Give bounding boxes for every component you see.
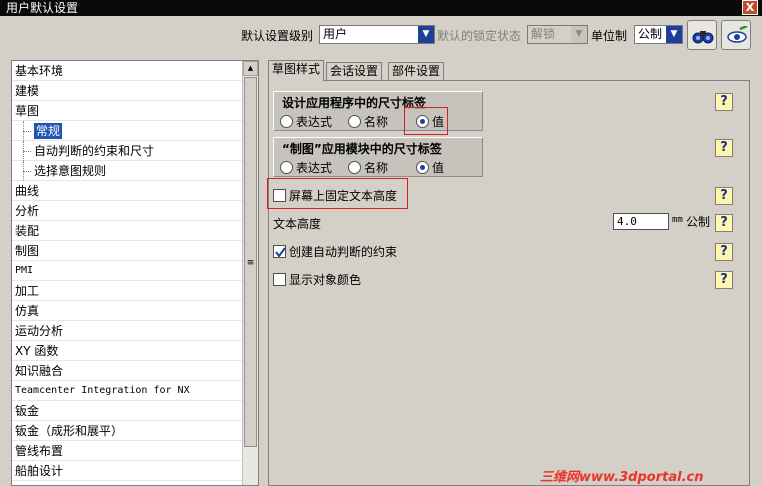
tree-item-drafting[interactable]: 制图 [12, 241, 242, 261]
unit-value: 公制 [638, 27, 663, 41]
chevron-down-icon[interactable]: ▼ [418, 26, 434, 43]
watermark: 三维网www.3dportal.cn [540, 470, 704, 485]
group-title: “制图”应用模块中的尺寸标签 [282, 142, 442, 156]
tree-item-knowledge-fusion[interactable]: 知识融合 [12, 361, 242, 381]
unit-dropdown[interactable]: 公制 ▼ [634, 25, 683, 44]
chevron-down-icon: ▼ [571, 26, 587, 43]
checkbox[interactable] [273, 273, 286, 286]
tree-item-ship-design[interactable]: 船舶设计 [12, 461, 242, 481]
tab-sketch-style[interactable]: 草图样式 [268, 60, 325, 81]
help-icon[interactable]: ? [715, 243, 733, 261]
tree-item-basic-environment[interactable]: 基本环境 [12, 61, 242, 81]
checkbox[interactable] [273, 245, 286, 258]
tree-item-sketch[interactable]: 草图 [12, 101, 242, 121]
tree-item-selection-intent[interactable]: 选择意图规则 [12, 161, 242, 181]
lock-dropdown: 解锁 ▼ [527, 25, 588, 44]
radio-expression[interactable]: 表达式 [280, 159, 332, 176]
highlight-box [404, 107, 448, 135]
radio-name[interactable]: 名称 [348, 159, 388, 176]
tree-item-analysis[interactable]: 分析 [12, 201, 242, 221]
tree-item-sheet-metal-forming[interactable]: 钣金（成形和展平） [12, 421, 242, 441]
tree-item-motion[interactable]: 运动分析 [12, 321, 242, 341]
level-dropdown[interactable]: 用户 ▼ [319, 25, 435, 44]
tree-item-inferred-constraints[interactable]: 自动判断的约束和尺寸 [12, 141, 242, 161]
tab-part-settings[interactable]: 部件设置 [388, 62, 445, 80]
help-icon[interactable]: ? [715, 93, 733, 111]
window-title: 用户默认设置 [6, 1, 79, 15]
radio-value[interactable]: 值 [416, 159, 444, 176]
tree-item-sheet-metal[interactable]: 钣金 [12, 401, 242, 421]
text-height-label: 文本高度 [273, 217, 322, 231]
category-tree[interactable]: 基本环境 建模 草图 常规 自动判断的约束和尺寸 选择意图规则 曲线 分析 装配… [11, 60, 259, 486]
text-height-input[interactable]: 4.0 [613, 213, 669, 230]
unit-metric: 公制 [686, 215, 711, 229]
close-button[interactable]: X [742, 0, 758, 15]
check-icon [275, 247, 286, 258]
tree-item-xy-function[interactable]: XY 函数 [12, 341, 242, 361]
tree-item-routing[interactable]: 管线布置 [12, 441, 242, 461]
help-icon[interactable]: ? [715, 187, 733, 205]
scroll-thumb[interactable]: ≡ [244, 77, 257, 447]
binoculars-icon [692, 31, 714, 44]
lock-label: 默认的锁定状态 [437, 29, 522, 43]
tree-item-simulation[interactable]: 仿真 [12, 301, 242, 321]
toolbar: 默认设置级别 用户 ▼ 默认的锁定状态 解锁 ▼ 单位制 公制 ▼ [0, 16, 762, 60]
drafting-dimension-label-group: “制图”应用模块中的尺寸标签 表达式 名称 值 [273, 137, 483, 177]
highlight-box [267, 178, 408, 209]
title-bar: 用户默认设置 X [0, 0, 762, 16]
radio-expression[interactable]: 表达式 [280, 113, 332, 130]
show-object-color-checkbox[interactable]: 显示对象颜色 [273, 271, 361, 288]
help-icon[interactable]: ? [715, 139, 733, 157]
tree-scrollbar[interactable]: ▲ ≡ [242, 61, 258, 485]
create-inferred-constraints-checkbox[interactable]: 创建自动判断的约束 [273, 243, 397, 260]
tree-item-teamcenter[interactable]: Teamcenter Integration for NX [12, 381, 242, 401]
unit-mm: mm [672, 215, 683, 225]
help-icon[interactable]: ? [715, 214, 733, 232]
level-label: 默认设置级别 [241, 29, 314, 43]
settings-panel: 设计应用程序中的尺寸标签 表达式 名称 值 “制图”应用模块中的尺寸标签 表达式… [267, 80, 750, 486]
help-icon[interactable]: ? [715, 271, 733, 289]
find-setting-button[interactable] [687, 20, 717, 50]
eye-pencil-icon [727, 26, 748, 43]
radio-name[interactable]: 名称 [348, 113, 388, 130]
scroll-up-icon[interactable]: ▲ [243, 61, 258, 76]
tree-item-assembly[interactable]: 装配 [12, 221, 242, 241]
tree-item-curve[interactable]: 曲线 [12, 181, 242, 201]
design-dimension-label-group: 设计应用程序中的尺寸标签 表达式 名称 值 [273, 91, 483, 131]
modified-settings-button[interactable] [721, 20, 751, 50]
chevron-down-icon[interactable]: ▼ [666, 26, 682, 43]
unit-label: 单位制 [591, 29, 628, 43]
tab-session-settings[interactable]: 会话设置 [326, 62, 383, 80]
tree-item-pmi[interactable]: PMI [12, 261, 242, 281]
tree-item-general[interactable]: 常规 [12, 121, 242, 141]
tree-item-modeling[interactable]: 建模 [12, 81, 242, 101]
tree-item-manufacturing[interactable]: 加工 [12, 281, 242, 301]
lock-value: 解锁 [531, 27, 556, 41]
level-value: 用户 [323, 27, 348, 41]
